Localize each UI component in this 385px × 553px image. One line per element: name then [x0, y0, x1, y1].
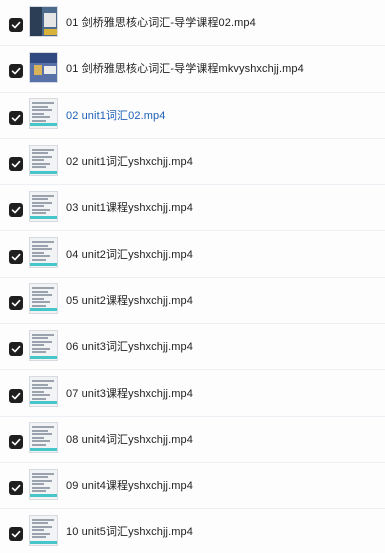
checkmark-icon: [11, 21, 21, 29]
checkmark-icon: [11, 438, 21, 446]
file-name[interactable]: 02 unit1词汇02.mp4: [66, 107, 165, 123]
file-checkbox[interactable]: [9, 249, 23, 264]
file-name[interactable]: 08 unit4词汇yshxchjj.mp4: [66, 431, 193, 447]
video-thumbnail: [29, 422, 58, 454]
file-row[interactable]: 02 unit1词汇yshxchjj.mp4: [0, 139, 385, 186]
checkmark-icon: [11, 207, 21, 214]
file-checkbox[interactable]: [9, 295, 23, 310]
checkmark-icon: [11, 392, 21, 399]
file-row[interactable]: 06 unit3词汇yshxchjj.mp4: [0, 324, 385, 371]
file-checkbox[interactable]: [9, 110, 23, 125]
file-checkbox[interactable]: [9, 388, 23, 403]
file-checkbox[interactable]: [9, 18, 23, 33]
video-thumbnail: [29, 376, 58, 408]
file-row[interactable]: 02 unit1词汇02.mp4: [0, 93, 385, 139]
file-name[interactable]: 07 unit3课程yshxchjj.mp4: [66, 385, 193, 401]
file-name[interactable]: 06 unit3词汇yshxchjj.mp4: [66, 338, 193, 354]
file-checkbox[interactable]: [9, 527, 23, 542]
file-name[interactable]: 05 unit2课程yshxchjj.mp4: [66, 292, 193, 308]
video-thumbnail: [29, 468, 58, 500]
file-row[interactable]: 05 unit2课程yshxchjj.mp4: [0, 278, 385, 325]
file-checkbox[interactable]: [9, 342, 23, 357]
video-thumbnail: [29, 283, 58, 315]
checkmark-icon: [11, 114, 21, 122]
checkmark-icon: [11, 531, 21, 538]
file-checkbox[interactable]: [9, 157, 23, 172]
file-name[interactable]: 01 剑桥雅思核心词汇-导学课程02.mp4: [66, 14, 256, 30]
file-row[interactable]: 08 unit4词汇yshxchjj.mp4: [0, 417, 385, 463]
file-name[interactable]: 09 unit4课程yshxchjj.mp4: [66, 477, 193, 493]
video-thumbnail: [29, 144, 58, 176]
file-row[interactable]: 04 unit2词汇yshxchjj.mp4: [0, 232, 385, 278]
file-row[interactable]: 01 剑桥雅思核心词汇-导学课程02.mp4: [0, 0, 385, 47]
file-name[interactable]: 10 unit5词汇yshxchjj.mp4: [66, 523, 193, 539]
file-row[interactable]: 07 unit3课程yshxchjj.mp4: [0, 370, 385, 417]
file-checkbox[interactable]: [9, 203, 23, 218]
file-name[interactable]: 01 剑桥雅思核心词汇-导学课程mkvyshxchjj.mp4: [66, 60, 304, 76]
video-thumbnail: [29, 51, 58, 83]
checkmark-icon: [11, 160, 21, 168]
file-list: 01 剑桥雅思核心词汇-导学课程02.mp4 01 剑桥雅思核心词汇-导学课程mk…: [0, 0, 385, 553]
checkmark-icon: [11, 484, 21, 492]
video-thumbnail: [29, 237, 58, 269]
file-checkbox[interactable]: [9, 64, 23, 79]
file-row[interactable]: 03 unit1课程yshxchjj.mp4: [0, 185, 385, 232]
checkmark-icon: [11, 253, 21, 261]
video-thumbnail: [29, 329, 58, 361]
file-checkbox[interactable]: [9, 434, 23, 449]
file-row[interactable]: 10 unit5词汇yshxchjj.mp4: [0, 509, 385, 553]
file-name[interactable]: 03 unit1课程yshxchjj.mp4: [66, 199, 193, 215]
file-checkbox[interactable]: [9, 481, 23, 496]
file-name[interactable]: 02 unit1词汇yshxchjj.mp4: [66, 153, 193, 169]
video-thumbnail: [29, 98, 58, 130]
checkmark-icon: [11, 346, 21, 353]
checkmark-icon: [11, 299, 21, 307]
file-row[interactable]: 01 剑桥雅思核心词汇-导学课程mkvyshxchjj.mp4: [0, 46, 385, 93]
video-thumbnail: [29, 190, 58, 222]
file-row[interactable]: 09 unit4课程yshxchjj.mp4: [0, 463, 385, 510]
video-thumbnail: [29, 5, 58, 37]
file-name[interactable]: 04 unit2词汇yshxchjj.mp4: [66, 246, 193, 262]
checkmark-icon: [11, 68, 21, 75]
video-thumbnail: [29, 514, 58, 546]
